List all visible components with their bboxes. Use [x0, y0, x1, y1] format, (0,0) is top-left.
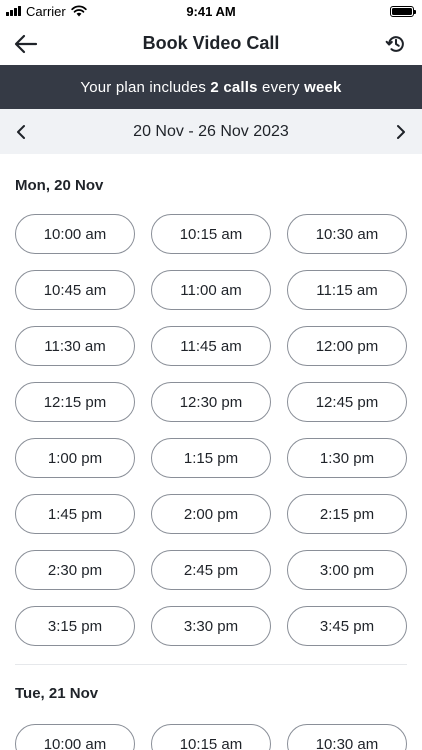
- status-left: Carrier: [6, 4, 87, 19]
- time-slot-button[interactable]: 3:15 pm: [15, 606, 135, 646]
- time-slot-button[interactable]: 1:15 pm: [151, 438, 271, 478]
- plan-banner-prefix: Your plan includes: [80, 78, 211, 96]
- battery-icon: [390, 5, 416, 17]
- time-slot-button[interactable]: 3:00 pm: [287, 550, 407, 590]
- time-slot-button[interactable]: 11:30 am: [15, 326, 135, 366]
- carrier-label: Carrier: [26, 3, 66, 19]
- time-slot-button[interactable]: 11:45 am: [151, 326, 271, 366]
- time-slot-button[interactable]: 1:30 pm: [287, 438, 407, 478]
- day-list: Mon, 20 Nov 10:00 am 10:15 am 10:30 am 10:4…: [0, 154, 422, 750]
- signal-icon: [6, 6, 21, 16]
- day-section: Tue, 21 Nov 10:00 am 10:15 am 10:30 am: [0, 665, 422, 750]
- nav-bar: Book Video Call: [0, 22, 422, 65]
- chevron-left-icon: [17, 124, 25, 139]
- time-slot-grid: 10:00 am 10:15 am 10:30 am 10:45 am 11:00 am…: [15, 214, 407, 646]
- plan-banner-period: week: [304, 78, 342, 96]
- time-slot-button[interactable]: 10:30 am: [287, 214, 407, 254]
- time-slot-button[interactable]: 10:15 am: [151, 724, 271, 750]
- time-slot-button[interactable]: 10:00 am: [15, 724, 135, 750]
- time-slot-button[interactable]: 10:30 am: [287, 724, 407, 750]
- arrow-left-icon: [14, 34, 38, 53]
- time-slot-button[interactable]: 2:15 pm: [287, 494, 407, 534]
- time-slot-button[interactable]: 11:15 am: [287, 270, 407, 310]
- time-slot-button[interactable]: 10:00 am: [15, 214, 135, 254]
- chevron-right-icon: [397, 124, 405, 139]
- time-slot-button[interactable]: 12:00 pm: [287, 326, 407, 366]
- time-slot-button[interactable]: 2:30 pm: [15, 550, 135, 590]
- time-slot-button[interactable]: 12:45 pm: [287, 382, 407, 422]
- plan-banner-middle: every: [257, 78, 305, 96]
- history-button[interactable]: [382, 30, 410, 58]
- plan-banner-calls: 2 calls: [210, 78, 258, 96]
- week-range-label: 20 Nov - 26 Nov 2023: [133, 122, 289, 140]
- time-slot-button[interactable]: 1:00 pm: [15, 438, 135, 478]
- page-title: Book Video Call: [142, 33, 280, 53]
- time-slot-button[interactable]: 2:00 pm: [151, 494, 271, 534]
- week-selector: 20 Nov - 26 Nov 2023: [0, 109, 422, 154]
- time-slot-button[interactable]: 3:30 pm: [151, 606, 271, 646]
- back-button[interactable]: [12, 30, 40, 58]
- day-title: Tue, 21 Nov: [15, 685, 99, 702]
- time-slot-button[interactable]: 10:45 am: [15, 270, 135, 310]
- time-slot-button[interactable]: 3:45 pm: [287, 606, 407, 646]
- history-icon: [385, 35, 404, 52]
- plan-banner: Your plan includes 2 calls every week: [0, 65, 422, 109]
- next-week-button[interactable]: [390, 121, 412, 143]
- time-slot-button[interactable]: 1:45 pm: [15, 494, 135, 534]
- day-title: Mon, 20 Nov: [15, 177, 104, 194]
- time-slot-button[interactable]: 10:15 am: [151, 214, 271, 254]
- wifi-icon: [71, 5, 87, 17]
- time-slot-grid: 10:00 am 10:15 am 10:30 am: [15, 724, 407, 750]
- previous-week-button[interactable]: [10, 121, 32, 143]
- time-slot-button[interactable]: 11:00 am: [151, 270, 271, 310]
- time-slot-button[interactable]: 2:45 pm: [151, 550, 271, 590]
- time-slot-button[interactable]: 12:15 pm: [15, 382, 135, 422]
- status-bar: Carrier 9:41 AM: [0, 0, 422, 22]
- time-slot-button[interactable]: 12:30 pm: [151, 382, 271, 422]
- day-section: Mon, 20 Nov 10:00 am 10:15 am 10:30 am 10:4…: [0, 154, 422, 665]
